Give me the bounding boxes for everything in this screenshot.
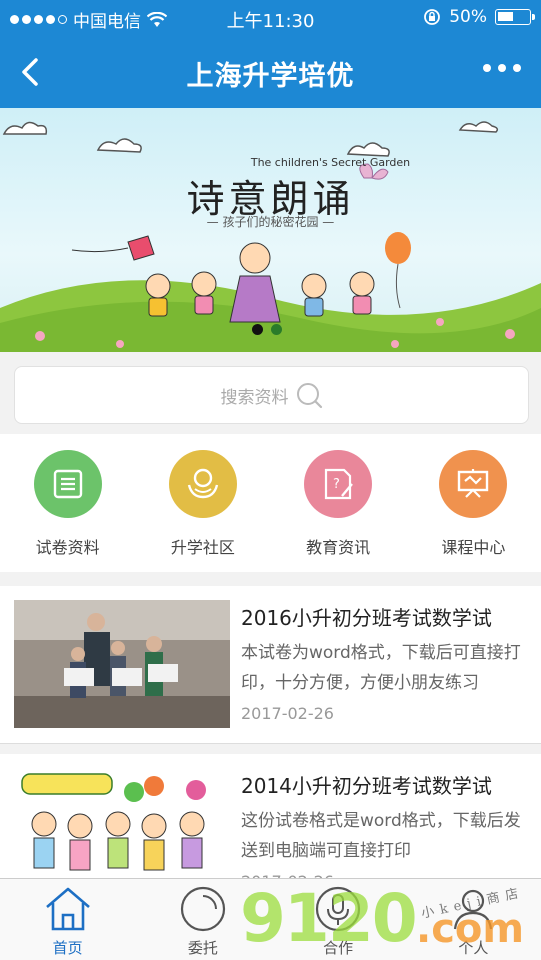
status-bar: 中国电信 上午11:30 50% [0, 0, 541, 36]
tab-home[interactable]: 首页 [0, 879, 135, 960]
community-hands-icon [168, 450, 237, 518]
rotation-lock-icon [424, 9, 441, 25]
carousel-pager[interactable] [252, 324, 282, 335]
more-dots-icon[interactable] [483, 64, 521, 72]
circle-icon [180, 886, 225, 932]
list-item[interactable]: 2014小升初分班考试数学试 这份试卷格式是word格式，下载后发送到电脑端可直… [0, 744, 541, 878]
tab-entrust[interactable]: 委托 [135, 879, 270, 960]
category-community[interactable]: 升学社区 [135, 434, 270, 572]
search-placeholder: 搜索资料 [220, 387, 289, 408]
banner-subtitle: — 孩子们的秘密花园 — [206, 215, 335, 229]
category-label: 课程中心 [441, 538, 506, 557]
category-courses[interactable]: 课程中心 [406, 434, 541, 572]
course-board-icon [439, 450, 508, 518]
tab-label: 委托 [187, 939, 218, 957]
user-icon [454, 889, 493, 930]
banner-illustration [0, 121, 541, 352]
svg-text:?: ? [333, 477, 340, 492]
category-label: 教育资讯 [306, 538, 371, 557]
banner-carousel[interactable]: The children's Secret Garden 诗意朗诵 — 孩子们的… [0, 108, 541, 352]
search-icon [296, 383, 322, 409]
battery-icon [495, 9, 535, 25]
tab-label: 个人 [458, 939, 489, 957]
microphone-icon [316, 886, 361, 932]
article-date: 2017-02-26 [241, 704, 334, 723]
article-title: 2016小升初分班考试数学试 [241, 606, 492, 630]
nav-bar: 上海升学培优 [0, 36, 541, 108]
category-label: 试卷资料 [35, 538, 100, 557]
category-label: 升学社区 [170, 538, 235, 557]
page-title: 上海升学培优 [186, 61, 355, 92]
list-item[interactable]: 2016小升初分班考试数学试 本试卷为word格式，下载后可直接打印，十分方便，… [0, 586, 541, 744]
category-exam-papers[interactable]: 试卷资料 [0, 434, 135, 572]
article-thumbnail [14, 600, 230, 728]
home-icon [45, 887, 90, 931]
category-grid: 试卷资料 升学社区 ? 教育资讯 课程中心 [0, 434, 541, 572]
article-description: 这份试卷格式是word格式，下载后发送到电脑端可直接打印 [241, 811, 521, 861]
search-section: 搜索资料 [0, 352, 541, 434]
tab-label: 首页 [52, 939, 83, 957]
category-news[interactable]: ? 教育资讯 [271, 434, 406, 572]
tab-cooperation[interactable]: 合作 [271, 879, 406, 960]
article-description: 本试卷为word格式，下载后可直接打印，十分方便，方便小朋友练习 [241, 643, 521, 693]
tab-label: 合作 [323, 939, 354, 957]
document-list-icon [33, 450, 102, 518]
pager-dot[interactable] [271, 324, 282, 335]
article-thumbnail [14, 768, 230, 878]
tab-profile[interactable]: 个人 [406, 879, 541, 960]
article-title: 2014小升初分班考试数学试 [241, 774, 492, 798]
search-input[interactable]: 搜索资料 [14, 366, 529, 424]
tab-bar: 首页 委托 合作 个人 [0, 878, 541, 960]
battery-fill [498, 12, 513, 21]
battery-percent: 50% [449, 7, 487, 27]
news-edit-icon: ? [304, 450, 373, 518]
article-list: 2016小升初分班考试数学试 本试卷为word格式，下载后可直接打印，十分方便，… [0, 586, 541, 878]
status-right: 50% [423, 7, 535, 27]
pager-dot-active[interactable] [252, 324, 263, 335]
